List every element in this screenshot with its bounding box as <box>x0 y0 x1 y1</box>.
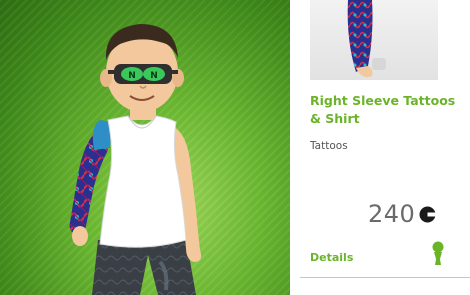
item-price: 240 <box>368 200 416 228</box>
price-row: 240 <box>368 200 437 228</box>
item-thumbnail <box>310 0 438 80</box>
svg-text:N: N <box>128 71 136 81</box>
details-link[interactable]: Details <box>310 251 353 264</box>
divider <box>300 277 470 278</box>
svg-text:N: N <box>150 71 158 81</box>
avatar-preview-stage: N N <box>0 0 290 295</box>
sleeve-thumbnail-image <box>347 0 386 77</box>
item-title: Right Sleeve Tattoos & Shirt <box>310 93 456 126</box>
item-category: Tattoos <box>310 140 348 152</box>
microsoft-points-icon <box>419 206 437 223</box>
avatar-figure: N N <box>69 24 202 295</box>
avatar-silhouette-icon <box>431 241 445 265</box>
item-detail-panel: Right Sleeve Tattoos & Shirt Tattoos 240… <box>290 0 470 295</box>
